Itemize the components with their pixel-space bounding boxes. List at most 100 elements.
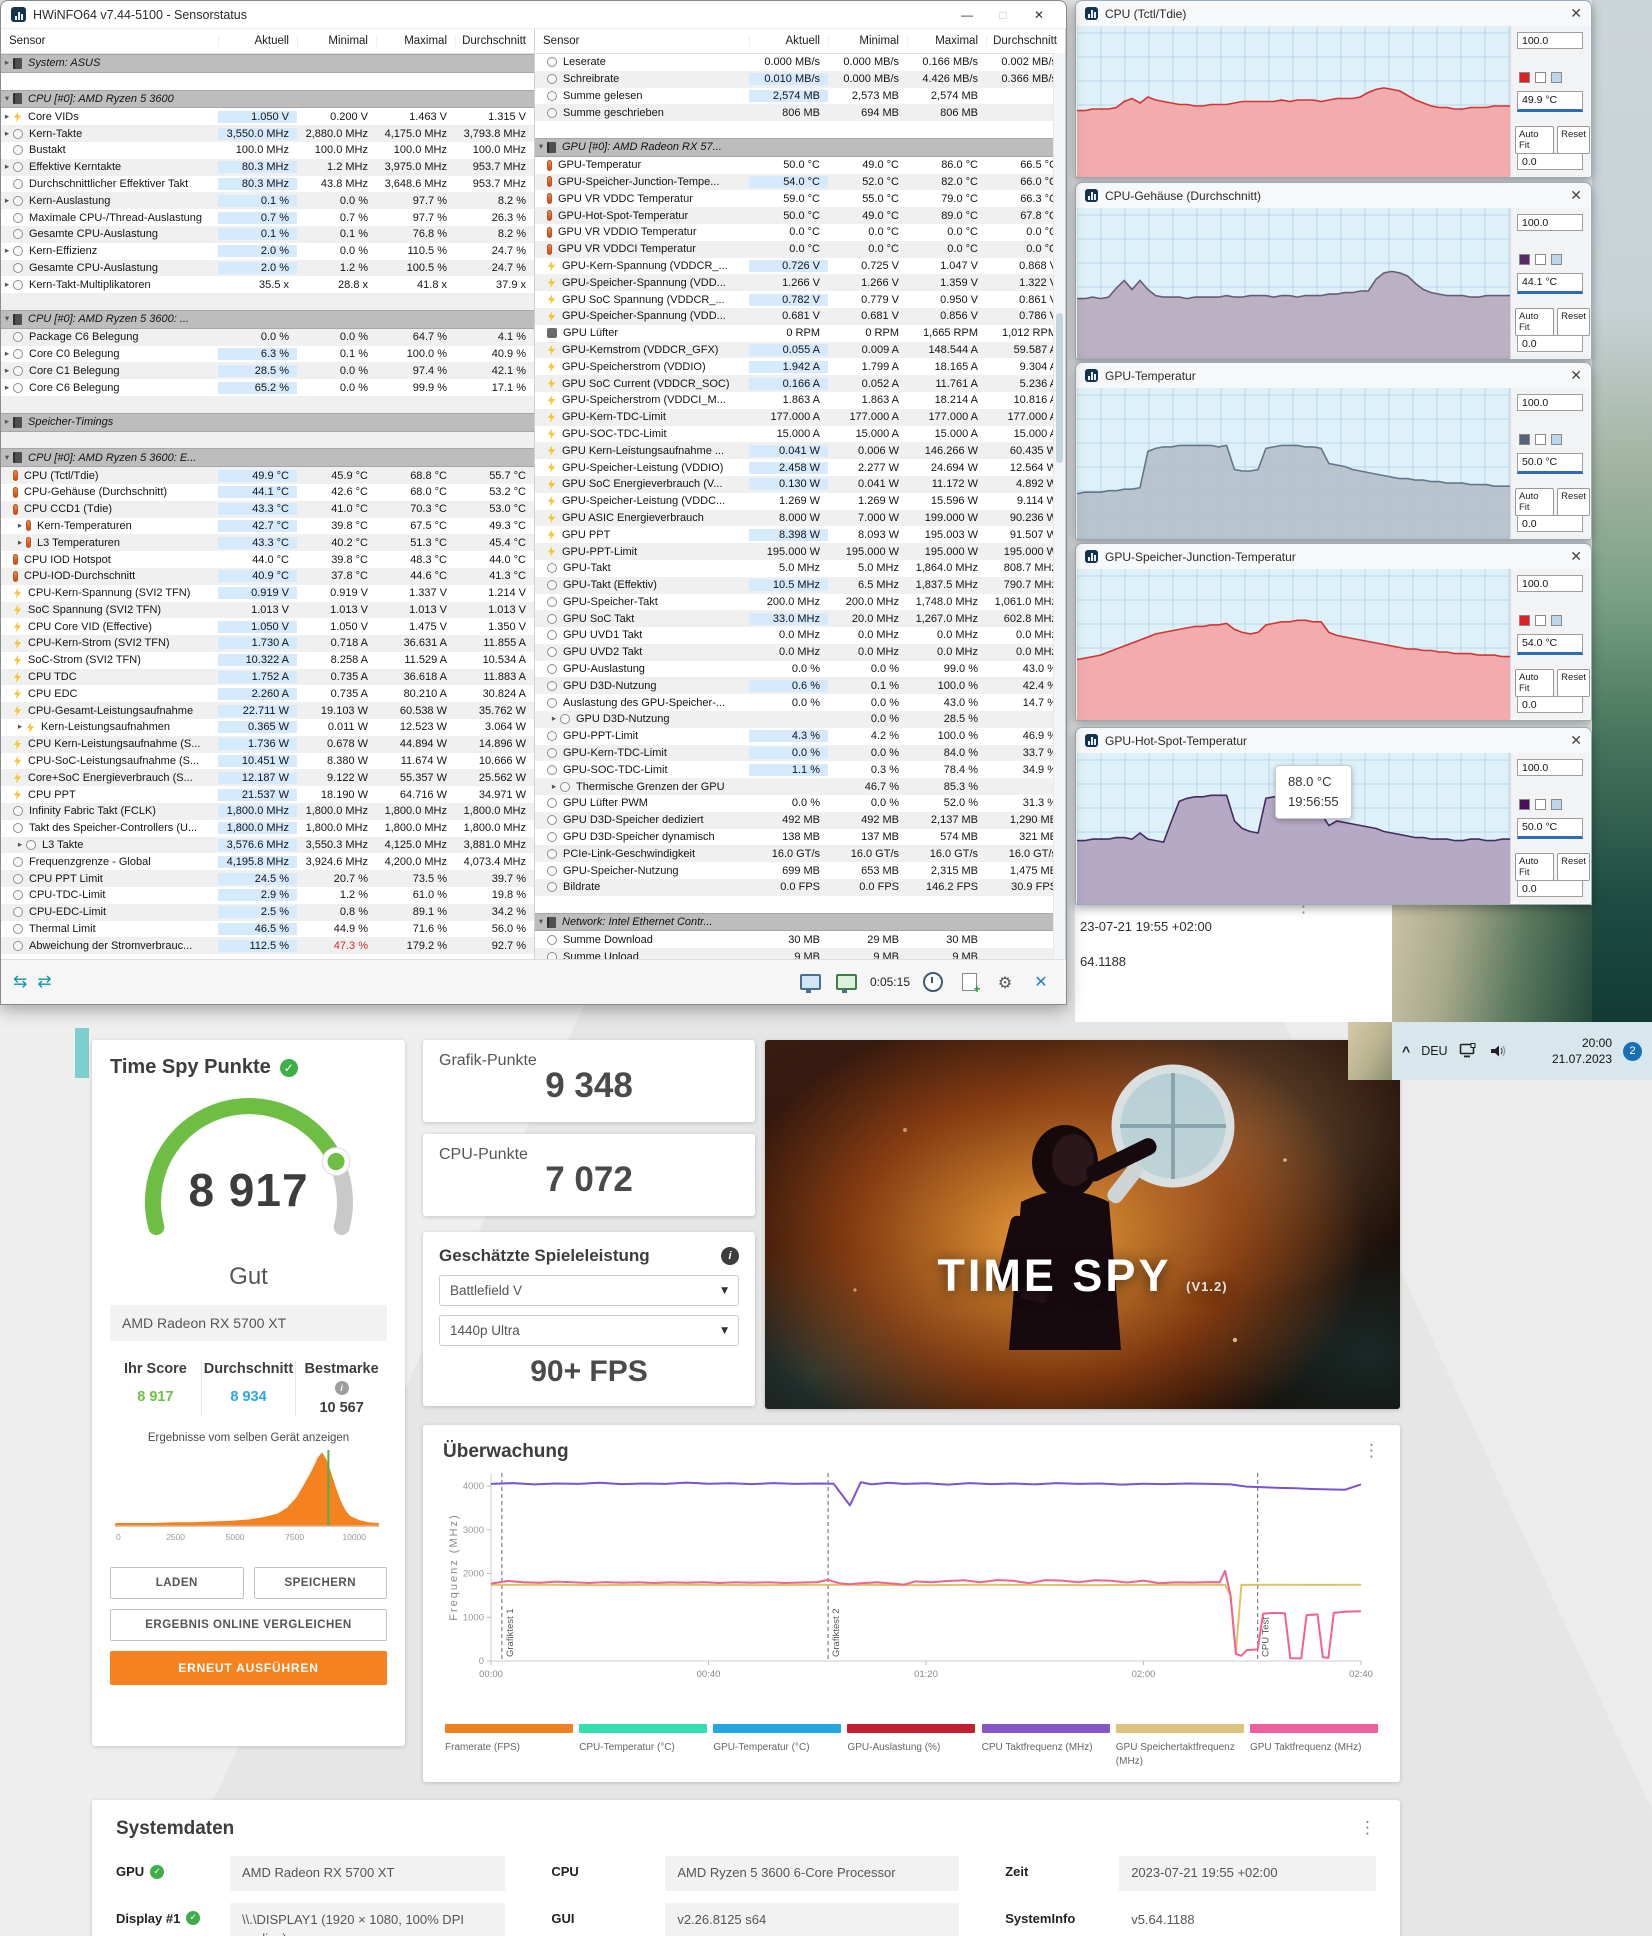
load-button[interactable]: LADEN xyxy=(110,1567,244,1599)
scale-max-box[interactable]: 100.0 xyxy=(1517,214,1583,231)
sensor-pane-right[interactable]: Sensor Aktuell Minimal Maximal Durchschnitt L… xyxy=(535,29,1066,960)
taskbar[interactable]: ^ DEU 20:00 21.07.2023 2 xyxy=(1392,1022,1652,1080)
sensor-row[interactable]: Bildrate 0.0 FPS 0.0 FPS 146.2 FPS 30.9 FPS xyxy=(535,879,1065,896)
close-sensors-icon[interactable]: ✕ xyxy=(1028,969,1054,995)
legend-item[interactable]: GPU Speichertaktfrequenz (MHz) xyxy=(1115,1724,1244,1769)
kebab-menu-icon[interactable]: ⋮ xyxy=(1359,1818,1376,1838)
sensor-row[interactable]: Infinity Fabric Takt (FCLK) 1,800.0 MHz 1,… xyxy=(1,803,534,820)
sensor-row[interactable]: GPU-Kern-TDC-Limit 177.000 A 177.000 A 177.… xyxy=(535,408,1065,426)
sensor-row[interactable]: GPU-Speicher-Leistung (VDDIO) 2.458 W 2.27… xyxy=(535,459,1065,476)
sensor-row[interactable]: CPU PPT Limit 24.5 % 20.7 % 73.5 % 39.7 % xyxy=(1,870,534,888)
grid-color-swatch[interactable] xyxy=(1551,254,1562,265)
sensor-group-row[interactable]: ▾ Network: Intel Ethernet Contr... xyxy=(535,912,1065,932)
grid-color-swatch[interactable] xyxy=(1551,799,1562,810)
legend-item[interactable]: CPU-Temperatur (°C) xyxy=(579,1724,708,1769)
reset-button[interactable]: Reset xyxy=(1557,126,1590,154)
scale-min-box[interactable]: 0.0 xyxy=(1517,335,1583,352)
bg-color-swatch[interactable] xyxy=(1535,254,1546,265)
sensor-row[interactable]: Gesamte CPU-Auslastung 0.1 % 0.1 % 76.8 % 8.… xyxy=(1,225,534,243)
speaker-icon[interactable] xyxy=(1489,1043,1508,1059)
scale-min-box[interactable]: 0.0 xyxy=(1517,153,1583,170)
scale-max-box[interactable]: 100.0 xyxy=(1517,32,1583,49)
sensor-row[interactable]: Summe geschrieben 806 MB 694 MB 806 MB xyxy=(535,104,1065,122)
sensor-row[interactable]: CPU-SoC-Leistungsaufnahme (S... 10.451 W 8… xyxy=(1,753,534,770)
info-icon[interactable]: i xyxy=(334,1381,349,1395)
sensor-row[interactable]: ▸ Core C6 Belegung 65.2 % 0.0 % 99.9 % 17.1 % xyxy=(1,379,534,396)
autofit-button[interactable]: Auto Fit xyxy=(1515,669,1555,697)
sensor-row[interactable]: GPU-Speicher-Spannung (VDD... 0.681 V 0.68… xyxy=(535,307,1065,325)
sensor-row[interactable]: CPU TDC 1.752 A 0.735 A 36.618 A 11.883 A xyxy=(1,668,534,686)
sensor-row[interactable]: ▸ L3 Takte 3,576.6 MHz 3,550.3 MHz 4,125.0 M… xyxy=(1,836,534,854)
autofit-button[interactable]: Auto Fit xyxy=(1515,126,1555,154)
close-icon[interactable]: ✕ xyxy=(1570,5,1582,22)
sensor-row[interactable]: CPU CCD1 (Tdie) 43.3 °C 41.0 °C 70.3 °C 53.0… xyxy=(1,500,534,518)
sensor-row[interactable]: GPU-Speicher-Spannung (VDD... 1.266 V 1.26… xyxy=(535,274,1065,292)
sensor-row[interactable]: Maximale CPU-/Thread-Auslastung 0.7 % 0.7 … xyxy=(1,209,534,226)
legend-item[interactable]: Framerate (FPS) xyxy=(445,1724,573,1769)
clock-icon[interactable] xyxy=(920,969,946,995)
sensor-row[interactable]: GPU VR VDDCI Temperatur 0.0 °C 0.0 °C 0.0 °… xyxy=(535,240,1065,258)
sensor-row[interactable]: GPU ASIC Energieverbrauch 8.000 W 7.000 W 1… xyxy=(535,509,1065,527)
sensor-row[interactable]: Gesamte CPU-Auslastung 2.0 % 1.2 % 100.5 % 2… xyxy=(1,259,534,277)
report-icon[interactable] xyxy=(956,969,982,996)
autofit-button[interactable]: Auto Fit xyxy=(1515,308,1555,336)
scale-max-box[interactable]: 100.0 xyxy=(1517,575,1583,592)
graph-window-titlebar[interactable]: GPU-Hot-Spot-Temperatur ✕ xyxy=(1076,728,1591,753)
jump-last-icon[interactable]: ⇄ xyxy=(37,972,51,992)
sensor-row[interactable]: GPU-SOC-TDC-Limit 1.1 % 0.3 % 78.4 % 34.9 % xyxy=(535,761,1065,778)
graph-window-titlebar[interactable]: GPU-Speicher-Junction-Temperatur ✕ xyxy=(1076,544,1591,569)
sensor-row[interactable]: GPU-Speicher-Junction-Tempe... 54.0 °C 52.… xyxy=(535,173,1065,191)
legend-item[interactable]: CPU Taktfrequenz (MHz) xyxy=(981,1724,1110,1769)
sensor-group-row[interactable]: ▾ CPU [#0]: AMD Ryzen 5 3600 xyxy=(1,89,534,109)
reset-button[interactable]: Reset xyxy=(1557,669,1590,697)
series-color-swatch[interactable] xyxy=(1519,615,1530,626)
sensor-row[interactable]: ▸ Thermische Grenzen der GPU 46.7 % 85.3 % xyxy=(535,778,1065,796)
sensor-row[interactable]: CPU-EDC-Limit 2.5 % 0.8 % 89.1 % 34.2 % xyxy=(1,903,534,921)
reset-button[interactable]: Reset xyxy=(1557,308,1590,336)
grid-color-swatch[interactable] xyxy=(1551,615,1562,626)
minimize-button[interactable]: — xyxy=(950,3,984,27)
sensor-row[interactable]: ▸ Kern-Temperaturen 42.7 °C 39.8 °C 67.5 °C 4… xyxy=(1,518,534,535)
sensor-row[interactable]: GPU UVD2 Takt 0.0 MHz 0.0 MHz 0.0 MHz 0.0 MH… xyxy=(535,643,1065,661)
sensor-row[interactable]: Auslastung des GPU-Speicher-... 0.0 % 0.0 … xyxy=(535,694,1065,711)
graph-window-titlebar[interactable]: GPU-Temperatur ✕ xyxy=(1076,363,1591,388)
sensor-row[interactable]: CPU-IOD-Durchschnitt 40.9 °C 37.8 °C 44.6 °… xyxy=(1,567,534,585)
sensor-row[interactable]: Package C6 Belegung 0.0 % 0.0 % 64.7 % 4.1 % xyxy=(1,328,534,346)
sensor-group-row[interactable]: ▸ Speicher-Timings xyxy=(1,412,534,432)
sensor-row[interactable]: GPU-Takt 5.0 MHz 5.0 MHz 1,864.0 MHz 808.7 M… xyxy=(535,560,1065,577)
sensor-row[interactable]: CPU-Gesamt-Leistungsaufnahme 22.711 W 19.1… xyxy=(1,702,534,720)
sensor-row[interactable]: Thermal Limit 46.5 % 44.9 % 71.6 % 56.0 % xyxy=(1,921,534,938)
rerun-button[interactable]: ERNEUT AUSFÜHREN xyxy=(110,1651,387,1685)
save-button[interactable]: SPEICHERN xyxy=(253,1567,387,1599)
sensor-row[interactable]: GPU-Auslastung 0.0 % 0.0 % 99.0 % 43.0 % xyxy=(535,661,1065,678)
sensor-row[interactable]: GPU D3D-Speicher dediziert 492 MB 492 MB 2,… xyxy=(535,811,1065,829)
sensor-row[interactable]: CPU EDC 2.260 A 0.735 A 80.210 A 30.824 A xyxy=(1,685,534,702)
sensor-row[interactable]: CPU (Tctl/Tdie) 49.9 °C 45.9 °C 68.8 °C 55.7… xyxy=(1,467,534,484)
sensor-row[interactable]: GPU-SOC-TDC-Limit 15.000 A 15.000 A 15.000 … xyxy=(535,426,1065,443)
bg-color-swatch[interactable] xyxy=(1535,615,1546,626)
sensor-row[interactable]: GPU SoC Energieverbrauch (V... 0.130 W 0.0… xyxy=(535,475,1065,493)
sensor-row[interactable]: ▸ L3 Temperaturen 43.3 °C 40.2 °C 51.3 °C 45.… xyxy=(1,534,534,552)
sensor-row[interactable]: GPU D3D-Speicher dynamisch 138 MB 137 MB 57… xyxy=(535,829,1065,846)
tray-language[interactable]: DEU xyxy=(1421,1044,1447,1058)
sensor-row[interactable]: Frequenzgrenze - Global 4,195.8 MHz 3,924.… xyxy=(1,853,534,870)
sensor-row[interactable]: SoC Spannung (SVI2 TFN) 1.013 V 1.013 V 1.0… xyxy=(1,601,534,619)
autofit-button[interactable]: Auto Fit xyxy=(1515,488,1555,516)
bg-color-swatch[interactable] xyxy=(1535,72,1546,83)
hwinfo-titlebar[interactable]: HWiNFO64 v7.44-5100 - Sensorstatus — □ ✕ xyxy=(1,1,1066,29)
tray-clock[interactable]: 20:00 21.07.2023 xyxy=(1552,1035,1612,1067)
grid-color-swatch[interactable] xyxy=(1551,434,1562,445)
remote-monitor-icon[interactable] xyxy=(798,969,824,995)
sensor-row[interactable]: CPU PPT 21.537 W 18.190 W 64.716 W 34.971 W xyxy=(1,786,534,803)
scrollbar[interactable] xyxy=(1053,53,1065,960)
sensor-row[interactable]: Summe Download 30 MB 29 MB 30 MB xyxy=(535,931,1065,948)
series-color-swatch[interactable] xyxy=(1519,799,1530,810)
sensor-row[interactable]: GPU PPT 8.398 W 8.093 W 195.003 W 91.507 W xyxy=(535,526,1065,543)
sensor-row[interactable]: CPU Core VID (Effective) 1.050 V 1.050 V 1.… xyxy=(1,618,534,635)
sensor-row[interactable]: GPU SoC Current (VDDCR_SOC) 0.166 A 0.052 … xyxy=(535,375,1065,392)
graph-window-titlebar[interactable]: CPU (Tctl/Tdie) ✕ xyxy=(1076,1,1591,26)
sensor-row[interactable]: Schreibrate 0.010 MB/s 0.000 MB/s 4.426 MB/… xyxy=(535,70,1065,88)
close-button[interactable]: ✕ xyxy=(1022,3,1056,27)
sensor-row[interactable]: GPU D3D-Nutzung 0.6 % 0.1 % 100.0 % 42.4 % xyxy=(535,677,1065,695)
graph-window-titlebar[interactable]: CPU-Gehäuse (Durchschnitt) ✕ xyxy=(1076,183,1591,208)
